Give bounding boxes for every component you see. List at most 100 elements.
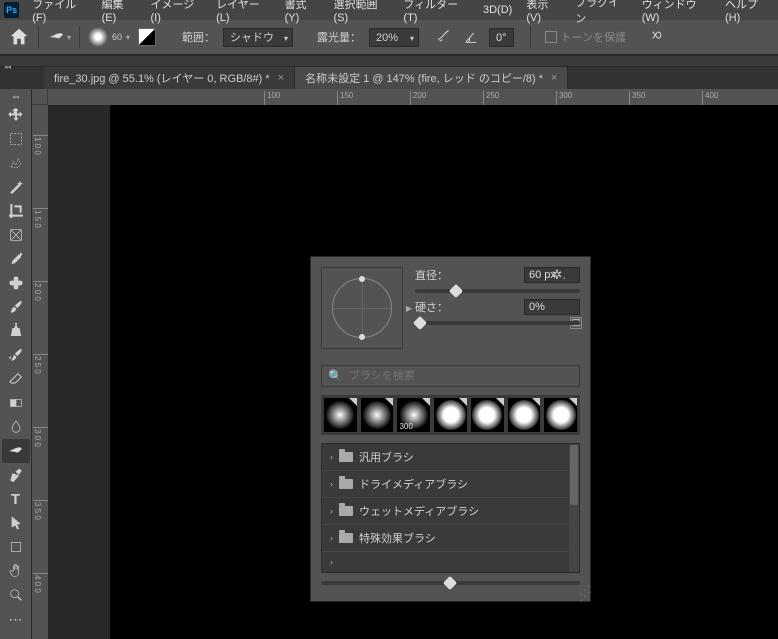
chevron-right-icon: › [330, 533, 333, 543]
tool-eraser[interactable] [2, 367, 30, 391]
menu-layer[interactable]: レイヤー(L) [209, 0, 277, 24]
search-icon: 🔍 [328, 369, 343, 383]
canvas-area: 100 150 200 250 300 350 400 1 0 0 1 5 0 … [32, 89, 778, 639]
tool-burn[interactable] [2, 439, 30, 463]
tool-eyedropper[interactable] [2, 247, 30, 271]
brush-folder[interactable]: ›ウェットメディアブラシ [322, 497, 579, 524]
tool-gradient[interactable] [2, 391, 30, 415]
tool-blur[interactable] [2, 415, 30, 439]
diameter-slider[interactable] [415, 289, 580, 293]
range-dropdown[interactable]: シャドウ [223, 28, 293, 47]
menu-3d[interactable]: 3D(D) [476, 4, 519, 16]
brush-preset[interactable] [361, 398, 394, 432]
menubar: Ps ファイル(F) 編集(E) イメージ(I) レイヤー(L) 書式(Y) 選… [0, 0, 778, 20]
home-icon[interactable] [8, 26, 30, 48]
airbrush-icon[interactable] [435, 26, 453, 49]
brush-folder[interactable]: ›特殊効果ブラシ [322, 524, 579, 551]
chevron-right-icon: › [330, 479, 333, 489]
menu-image[interactable]: イメージ(I) [144, 0, 210, 24]
brush-size-indicator: 60 [112, 32, 122, 42]
recent-brushes: 300 [321, 395, 580, 435]
folder-icon [339, 479, 353, 489]
folder-icon [339, 533, 353, 543]
tool-heal[interactable] [2, 271, 30, 295]
protect-tones-option[interactable]: トーンを保護 [545, 29, 626, 45]
tool-shape[interactable] [2, 535, 30, 559]
gear-icon[interactable]: ✲. [551, 267, 566, 283]
brush-preset[interactable] [508, 398, 541, 432]
tool-wand[interactable] [2, 175, 30, 199]
menu-help[interactable]: ヘルプ(H) [718, 0, 778, 24]
chevron-right-icon: › [330, 506, 333, 516]
hardness-field[interactable]: 0% [524, 299, 580, 315]
brush-preset[interactable] [434, 398, 467, 432]
tool-lasso[interactable] [2, 151, 30, 175]
ruler-vertical[interactable]: 1 0 0 1 5 0 2 0 0 2 5 0 3 0 0 3 5 0 4 0 … [32, 89, 48, 639]
options-bar: ▾ 60 ▾ 範囲： シャドウ 露光量： 20% 0° トーンを保護 [0, 20, 778, 55]
brush-preset[interactable]: 300 [397, 398, 430, 432]
hardness-label: 硬さ： [415, 299, 448, 315]
menu-window[interactable]: ウィンドウ(W) [635, 0, 718, 24]
brush-angle-control[interactable]: ▶ [321, 267, 403, 349]
tool-clone[interactable] [2, 319, 30, 343]
tab-close-icon[interactable]: × [278, 72, 284, 84]
chevron-right-icon: › [330, 557, 333, 567]
menu-filter[interactable]: フィルター(T) [396, 0, 476, 24]
tool-icon-burn[interactable]: ▾ [47, 28, 71, 46]
menu-plugin[interactable]: プラグイン [568, 0, 634, 26]
tool-marquee[interactable] [2, 127, 30, 151]
folder-icon [339, 452, 353, 462]
tool-zoom[interactable] [2, 583, 30, 607]
menu-select[interactable]: 選択範囲(S) [327, 0, 397, 24]
menu-edit[interactable]: 編集(E) [95, 0, 144, 24]
brush-search[interactable]: 🔍 [321, 365, 580, 387]
tool-pen[interactable] [2, 463, 30, 487]
tool-frame[interactable] [2, 223, 30, 247]
tool-history-brush[interactable] [2, 343, 30, 367]
brush-folder[interactable]: ›ドライメディアブラシ [322, 470, 579, 497]
brush-thumb-icon [88, 27, 108, 47]
angle-icon[interactable] [461, 27, 481, 47]
ruler-horizontal[interactable]: 100 150 200 250 300 350 400 [32, 89, 778, 105]
brush-panel-toggle-icon[interactable] [138, 28, 156, 46]
menu-type[interactable]: 書式(Y) [278, 0, 327, 24]
brush-preset-panel: ✲. ⊟ ▶ 直径： 60 px [310, 256, 591, 602]
menu-file[interactable]: ファイル(F) [25, 0, 94, 24]
brush-search-input[interactable] [349, 370, 573, 382]
panel-collapse-strip[interactable] [0, 55, 778, 67]
folder-icon [339, 506, 353, 516]
toolbox: T ⋯ [0, 89, 32, 639]
brush-preset[interactable] [324, 398, 357, 432]
chevron-right-icon: › [330, 452, 333, 462]
tool-brush[interactable] [2, 295, 30, 319]
brush-preset[interactable] [471, 398, 504, 432]
brush-folder[interactable]: ›汎用ブラシ [322, 444, 579, 470]
brush-preset[interactable] [544, 398, 577, 432]
tool-path-select[interactable] [2, 511, 30, 535]
tab-close-icon[interactable]: × [551, 72, 557, 84]
resize-grip-icon[interactable]: ⋰⋰ [579, 587, 588, 599]
tool-move[interactable] [2, 103, 30, 127]
hardness-slider[interactable] [415, 321, 580, 325]
angle-field[interactable]: 0° [489, 28, 514, 47]
tool-crop[interactable] [2, 199, 30, 223]
tab-document-2[interactable]: 名称未設定 1 @ 147% (fire, レッド のコピー/8) *× [295, 67, 568, 89]
tool-hand[interactable] [2, 559, 30, 583]
brush-preset-picker[interactable]: 60 ▾ [88, 27, 130, 47]
protect-tones-checkbox[interactable] [545, 31, 557, 43]
diameter-label: 直径： [415, 267, 448, 283]
tool-text[interactable]: T [2, 487, 30, 511]
menu-view[interactable]: 表示(V) [519, 0, 568, 24]
exposure-field[interactable]: 20% [369, 28, 419, 47]
scrollbar-vertical[interactable] [569, 444, 579, 572]
thumbnail-size-slider[interactable] [321, 581, 580, 585]
app-icon: Ps [4, 2, 19, 18]
tab-document-1[interactable]: fire_30.jpg @ 55.1% (レイヤー 0, RGB/8#) *× [44, 67, 295, 89]
range-label: 範囲： [182, 29, 215, 45]
exposure-label: 露光量： [317, 29, 361, 45]
pressure-icon[interactable] [648, 26, 666, 49]
brush-folder[interactable]: › [322, 551, 579, 572]
brush-folder-list: ›汎用ブラシ ›ドライメディアブラシ ›ウェットメディアブラシ ›特殊効果ブラシ… [321, 443, 580, 573]
document-tabbar: fire_30.jpg @ 55.1% (レイヤー 0, RGB/8#) *× … [0, 67, 778, 89]
tool-extra[interactable]: ⋯ [2, 607, 30, 631]
